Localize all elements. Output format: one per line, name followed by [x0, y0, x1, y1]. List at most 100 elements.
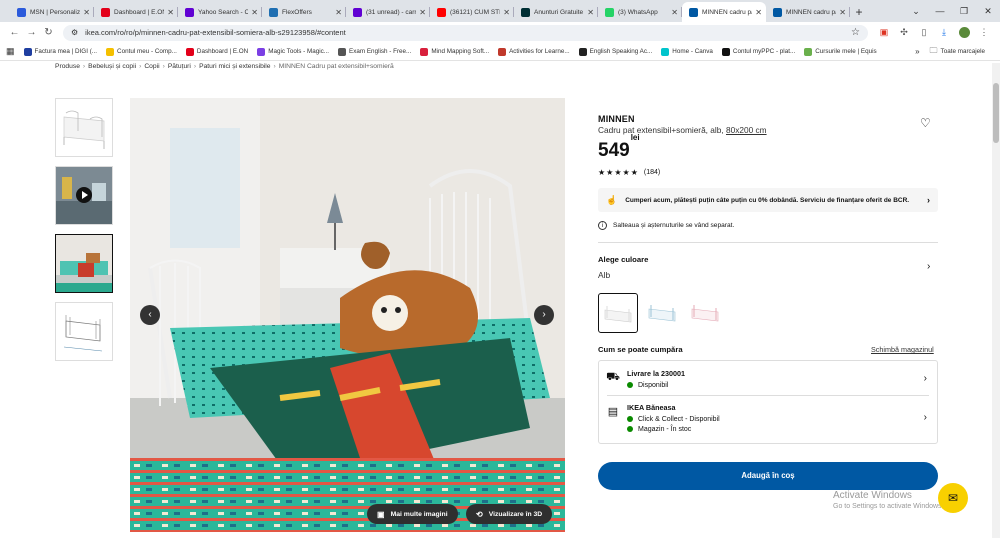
tab-2[interactable]: Dashboard | E.ON ✕ [94, 2, 178, 22]
white-bed-swatch-image [604, 306, 632, 323]
profile-avatar[interactable] [954, 27, 974, 39]
breadcrumb-link[interactable]: Bebeluși și copii [88, 63, 136, 70]
images-icon: ▣ [377, 509, 385, 519]
swatch-pink[interactable] [686, 293, 726, 333]
available-dot [627, 381, 633, 388]
menu-icon[interactable]: ⋮ [974, 27, 994, 38]
tab-strip: MSN | Personalize ✕ Dashboard | E.ON ✕ Yahoo… [0, 0, 1000, 22]
close-tab-icon[interactable]: ✕ [419, 8, 426, 17]
color-value: Alb [598, 270, 611, 280]
close-tab-icon[interactable]: ✕ [167, 8, 174, 17]
tab-4[interactable]: FlexOffers ✕ [262, 2, 346, 22]
bookmark-7[interactable]: Activities for Learne... [498, 47, 570, 56]
thumbnail-3-selected[interactable] [55, 234, 113, 293]
breadcrumb-link[interactable]: Produse [55, 63, 80, 70]
store-icon: ▤ [607, 406, 619, 418]
bookmark-3[interactable]: Dashboard | E.ON [185, 47, 248, 56]
reload-button[interactable]: ↻ [40, 27, 57, 38]
address-bar[interactable]: ⚙ ikea.com/ro/ro/p/minnen-cadru-pat-exte… [63, 24, 868, 41]
tab-8[interactable]: (3) WhatsApp ✕ [598, 2, 682, 22]
color-chevron-icon[interactable]: › [927, 261, 930, 272]
swatch-blue[interactable] [643, 293, 683, 333]
swatch-white[interactable] [598, 293, 638, 333]
tab-9[interactable]: MINNEN cadru pa ✕ [682, 2, 766, 22]
bookmark-1[interactable]: Factura mea | DIGI (... [23, 47, 97, 56]
chat-button[interactable]: ✉ [938, 483, 968, 513]
extensions-icon[interactable]: ✣ [894, 27, 914, 38]
scrollbar-thumb[interactable] [993, 83, 999, 143]
close-tab-icon[interactable]: ✕ [839, 8, 846, 17]
size-link[interactable]: 80x200 cm [726, 125, 767, 135]
thumbnail-1[interactable] [55, 98, 113, 157]
tab-3[interactable]: Yahoo Search - C ✕ [178, 2, 262, 22]
breadcrumb-link[interactable]: Pătuțuri [168, 63, 191, 70]
next-image-button[interactable]: › [534, 305, 554, 325]
thumbnail-2-video[interactable] [55, 166, 113, 225]
bookmark-9[interactable]: Home - Canva [661, 47, 713, 56]
more-images-button[interactable]: ▣ Mai multe imagini [367, 504, 458, 524]
store-option[interactable]: ▤ IKEA Băneasa Click & Collect - Disponi… [599, 403, 937, 436]
bookmark-10[interactable]: Contul myPPC - plat... [721, 47, 795, 56]
close-tab-icon[interactable]: ✕ [671, 8, 678, 17]
product-price: 549lei [598, 132, 640, 161]
financing-banner[interactable]: ☝ Cumperi acum, plătești puțin câte puți… [598, 188, 938, 212]
minimize-button[interactable]: — [928, 6, 952, 16]
video-thumbnail-image [56, 167, 112, 224]
bookmark-11[interactable]: Cursurile mele | Equis [804, 47, 877, 56]
close-tab-icon[interactable]: ✕ [587, 8, 594, 17]
chevron-right-icon: › [923, 373, 927, 384]
site-favicon-icon [773, 7, 782, 17]
bookmark-5[interactable]: Exam English - Free... [338, 47, 411, 56]
close-tab-icon[interactable]: ✕ [755, 8, 762, 17]
maximize-button[interactable]: ❐ [952, 6, 976, 17]
site-favicon-icon [437, 7, 446, 17]
purchase-options: ⛟ Livrare la 230001 Disponibil › ▤ IKEA … [598, 360, 938, 444]
apps-icon[interactable]: ▦ [6, 46, 15, 57]
close-tab-icon[interactable]: ✕ [251, 8, 258, 17]
thumbnail-4[interactable] [55, 302, 113, 361]
product-brand: MINNEN [598, 114, 635, 124]
bookmark-star-icon[interactable]: ☆ [851, 27, 860, 38]
site-info-icon[interactable]: ⚙ [71, 28, 78, 37]
rotate-3d-icon: ⟲ [476, 509, 483, 519]
favorite-heart-icon[interactable]: ♡ [920, 116, 931, 130]
close-window-button[interactable]: ✕ [976, 6, 1000, 17]
close-tab-icon[interactable]: ✕ [503, 8, 510, 17]
tab-5[interactable]: (31 unread) - carr ✕ [346, 2, 430, 22]
back-button[interactable]: ← [6, 27, 23, 38]
chevron-right-icon: › [927, 195, 930, 205]
forward-button[interactable]: → [23, 27, 40, 38]
dimensions-thumbnail-image [56, 303, 112, 360]
rating[interactable]: ★★★★★ (184) [598, 168, 660, 177]
view-3d-button[interactable]: ⟲ Vizualizare în 3D [466, 504, 553, 524]
tab-7[interactable]: Anunturi Gratuite ✕ [514, 2, 598, 22]
breadcrumb-link[interactable]: Paturi mici și extensibile [199, 63, 270, 70]
pdf-extension-icon[interactable]: ▣ [874, 27, 894, 38]
bookmark-4[interactable]: Magic Tools - Magic... [257, 47, 329, 56]
bookmark-2[interactable]: Contul meu - Comp... [106, 47, 177, 56]
breadcrumb-separator: › [139, 63, 142, 70]
close-tab-icon[interactable]: ✕ [83, 8, 90, 17]
more-bookmarks-icon[interactable]: » [915, 47, 919, 56]
divider [598, 242, 938, 243]
tab-1[interactable]: MSN | Personalize ✕ [10, 2, 94, 22]
downloads-icon[interactable]: ⤓ [934, 27, 954, 38]
change-store-link[interactable]: Schimbă magazinul [871, 345, 934, 354]
tab-6[interactable]: (36121) CUM STIM✕ [430, 2, 514, 22]
folder-icon: 🗀 [929, 45, 938, 55]
previous-image-button[interactable]: ‹ [140, 305, 160, 325]
bedroom-photo [130, 98, 565, 532]
add-to-cart-button[interactable]: Adaugă în coș [598, 462, 938, 490]
breadcrumb-separator: › [193, 63, 197, 70]
sidebar-icon[interactable]: ▯ [914, 27, 934, 38]
close-tab-icon[interactable]: ✕ [335, 8, 342, 17]
bookmark-8[interactable]: English Speaking Ac... [578, 47, 652, 56]
bookmark-6[interactable]: Mind Mapping Soft... [420, 47, 489, 56]
tab-10[interactable]: MINNEN cadru pa ✕ [766, 2, 850, 22]
delivery-option[interactable]: ⛟ Livrare la 230001 Disponibil › [599, 369, 937, 391]
breadcrumb-link[interactable]: Copii [144, 63, 159, 70]
all-bookmarks-folder[interactable]: 🗀 Toate marcajele [930, 45, 985, 59]
page-scrollbar[interactable] [992, 63, 1000, 538]
new-tab-button[interactable]: + [850, 2, 868, 22]
tab-search-icon[interactable]: ⌄ [904, 6, 928, 17]
